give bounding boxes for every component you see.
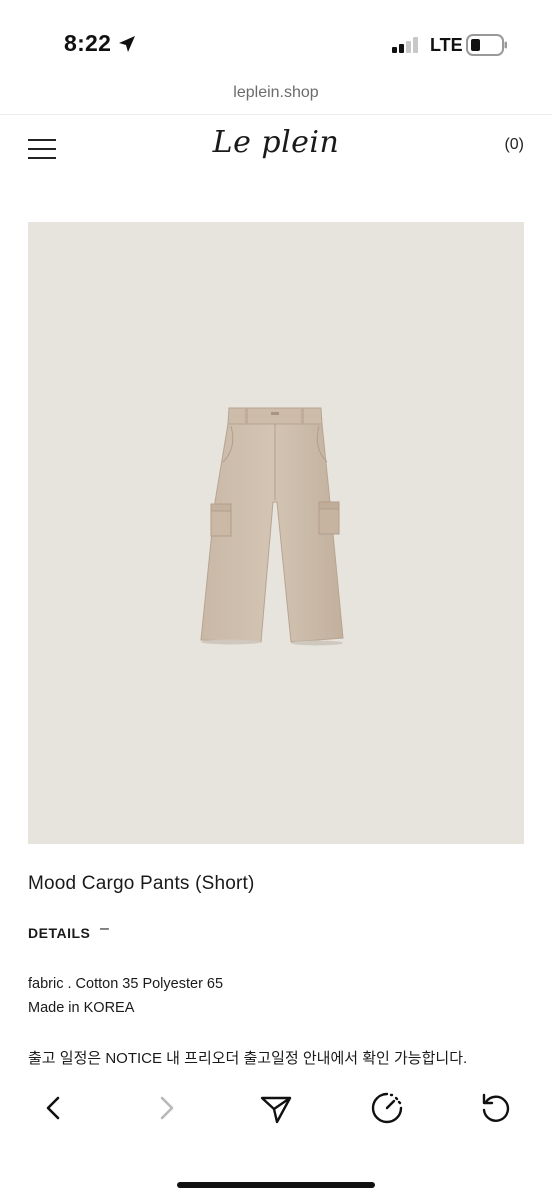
shipping-notice-text: 출고 일정은 NOTICE 내 프리오더 출고일정 안내에서 확인 가능합니다. xyxy=(28,1050,468,1067)
home-indicator[interactable] xyxy=(177,1182,375,1188)
url-bar[interactable]: leplein.shop xyxy=(0,84,552,110)
reload-icon[interactable] xyxy=(478,1090,514,1126)
details-collapse-toggle[interactable]: – xyxy=(100,920,109,938)
speed-gauge-icon[interactable] xyxy=(369,1090,405,1126)
cargo-pants-image xyxy=(200,407,344,646)
share-send-icon[interactable] xyxy=(258,1090,294,1126)
fabric-text: fabric . Cotton 35 Polyester 65 xyxy=(28,976,224,992)
origin-text: Made in KOREA xyxy=(28,1000,135,1016)
site-header: Le plein (0) xyxy=(0,115,552,183)
site-logo[interactable]: Le plein xyxy=(0,125,552,160)
status-time: 8:22 xyxy=(64,30,112,56)
cart-count-button[interactable]: (0) xyxy=(504,136,524,154)
product-image[interactable] xyxy=(28,222,524,844)
network-label: LTE xyxy=(430,35,463,55)
location-arrow-icon xyxy=(119,36,135,52)
forward-chevron-icon[interactable] xyxy=(148,1090,184,1126)
browser-toolbar xyxy=(0,1080,552,1140)
battery-icon xyxy=(466,34,507,56)
details-heading[interactable]: DETAILS xyxy=(28,925,90,941)
back-chevron-icon[interactable] xyxy=(36,1090,72,1126)
status-bar: 8:22 LTE xyxy=(0,0,552,82)
product-title: Mood Cargo Pants (Short) xyxy=(28,873,255,894)
signal-bars-icon xyxy=(392,37,418,53)
